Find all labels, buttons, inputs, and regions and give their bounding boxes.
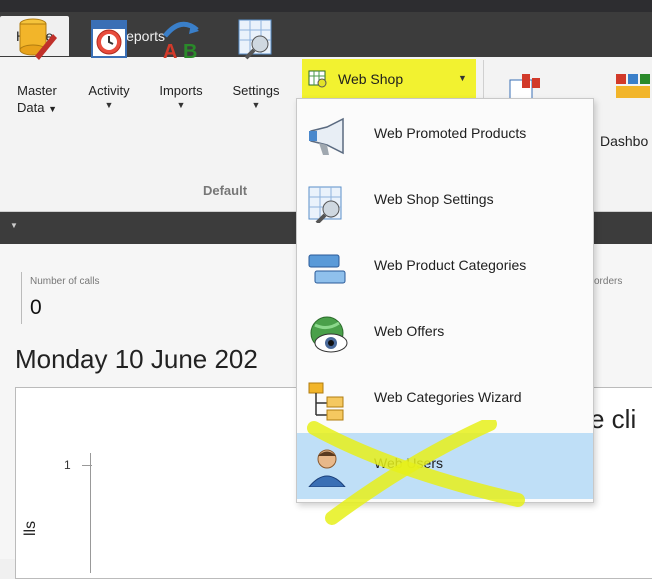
dashboard-icon[interactable] [614, 72, 652, 102]
menu-item-web-shop-settings[interactable]: Web Shop Settings [297, 169, 593, 235]
settings-table-icon [238, 19, 272, 60]
master-data-button[interactable]: Master Data ▼ [2, 4, 72, 154]
kpi-calls-label: Number of calls [30, 276, 100, 287]
megaphone-icon [309, 117, 344, 155]
web-shop-label: Web Shop [338, 71, 404, 87]
svg-text:A: A [163, 41, 177, 60]
settings-table-icon [308, 186, 342, 223]
hierarchy-icon [308, 382, 344, 421]
categories-icon [308, 254, 346, 284]
imports-button[interactable]: A B Imports ▼ [148, 4, 214, 154]
menu-item-web-categories-wizard[interactable]: Web Categories Wizard [297, 367, 593, 433]
svg-text:B: B [183, 41, 197, 60]
globe-eye-icon [310, 316, 348, 353]
kpi-divider [21, 272, 22, 324]
activity-label: Activity [88, 83, 130, 98]
menu-item-web-users[interactable]: Web Users [297, 433, 593, 499]
menu-item-web-offers[interactable]: Web Offers [297, 301, 593, 367]
database-pencil-icon [19, 18, 57, 60]
import-ab-icon: A B [163, 21, 199, 60]
user-icon [308, 449, 346, 487]
webshop-icon [308, 70, 327, 88]
menu-item-web-promoted-products[interactable]: Web Promoted Products [297, 103, 593, 169]
ribbon-group-label: Default [202, 183, 248, 198]
web-shop-button[interactable]: Web Shop ▼ [302, 59, 476, 99]
kpi-calls-value: 0 [30, 296, 42, 319]
menu-item-web-product-categories[interactable]: Web Product Categories [297, 235, 593, 301]
activity-button[interactable]: Activity ▼ [76, 4, 142, 154]
y-axis-tick: 1 [64, 458, 71, 472]
settings-button[interactable]: Settings ▼ [222, 4, 290, 154]
kpi-orders-label: orders [594, 276, 623, 287]
calendar-clock-icon [91, 20, 127, 58]
chevron-down-icon: ▼ [458, 73, 467, 83]
chart-title: e cli [590, 404, 637, 434]
date-heading: Monday 10 June 202 [15, 344, 258, 374]
dashboard-button-label[interactable]: Dashbo [600, 133, 648, 149]
web-shop-dropdown-menu: Web Promoted Products Web Shop Settings … [296, 98, 594, 503]
collapse-chevron-icon[interactable]: ▼ [10, 221, 18, 230]
y-axis-label: lls [22, 520, 39, 536]
imports-label: Imports [159, 83, 203, 98]
settings-label: Settings [232, 83, 280, 98]
